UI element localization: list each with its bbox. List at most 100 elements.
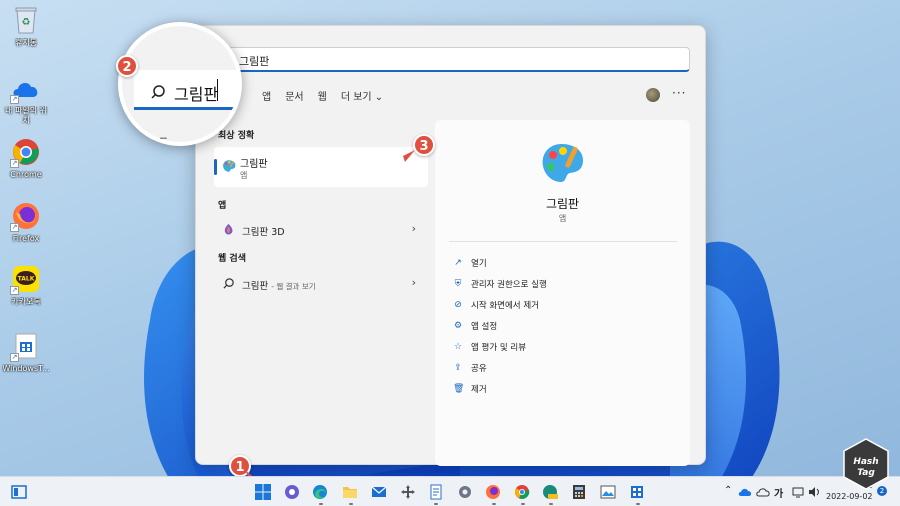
notification-count-badge[interactable]: 2 <box>877 486 887 496</box>
firefox-icon: ↗ <box>10 200 42 232</box>
firefox-icon[interactable] <box>483 482 503 502</box>
onedrive-icon[interactable] <box>738 487 752 497</box>
best-match-header: 최상 정확 <box>218 131 255 141</box>
settings-icon[interactable] <box>455 482 475 502</box>
text-cursor <box>217 79 218 101</box>
desktop-icon-label: Firefox <box>12 234 40 243</box>
best-match-type: 앱 <box>240 171 248 180</box>
running-indicator <box>549 503 553 505</box>
desktop-icon-onedrive[interactable]: ↗ 내 파일의 위치 <box>4 72 48 126</box>
action-rate-and-review[interactable]: ☆ 앱 평가 및 리뷰 <box>453 340 526 354</box>
edge-icon[interactable] <box>310 482 330 502</box>
taskbar: ⌃ 가 오 2022-09-02 <box>0 476 900 506</box>
shortcut-arrow-icon: ↗ <box>10 159 19 168</box>
clock-date: 2022-09-02 <box>826 492 873 501</box>
recycle-bin-icon: ♻ <box>10 4 42 36</box>
result-label: 그림판 3D <box>242 227 285 238</box>
paint-app-icon <box>223 160 236 172</box>
best-match-name: 그림판 <box>240 159 268 170</box>
network-icon[interactable] <box>792 486 804 498</box>
action-share[interactable]: ⇪ 공유 <box>453 361 486 375</box>
svg-text:TALK: TALK <box>18 276 35 283</box>
chevron-up-icon[interactable]: ⌃ <box>724 485 732 496</box>
best-match-result[interactable]: 그림판 앱 <box>214 147 428 187</box>
filter-tab-apps[interactable]: 앱 <box>262 88 271 104</box>
chrome-icon: ↗ <box>10 136 42 168</box>
desktop-icon-label: 내 파일의 위치 <box>5 106 47 125</box>
magnified-query: 그림판 <box>174 85 219 104</box>
windows-terminal-icon[interactable] <box>627 482 647 502</box>
move-tool-icon[interactable] <box>398 482 418 502</box>
onedrive-icon: ↗ <box>10 72 42 104</box>
divider <box>449 241 677 242</box>
mail-icon[interactable] <box>369 482 389 502</box>
action-unpin-from-start[interactable]: ⊘ 시작 화면에서 제거 <box>453 298 539 312</box>
file-explorer-icon[interactable] <box>340 482 360 502</box>
widgets-icon[interactable] <box>9 482 29 502</box>
edge-canary-icon[interactable] <box>540 482 560 502</box>
search-icon <box>223 278 234 289</box>
filter-tab-more[interactable]: 더 보기 ⌄ <box>341 88 383 104</box>
shortcut-arrow-icon: ↗ <box>10 353 19 362</box>
calculator-icon[interactable] <box>569 482 589 502</box>
chevron-right-icon[interactable]: › <box>412 222 416 235</box>
magnifier-callout: 그림판 ㄷ <box>118 22 242 146</box>
running-indicator <box>349 503 353 505</box>
search-input[interactable]: 그림판 <box>228 47 690 72</box>
filter-tab-documents[interactable]: 문서 <box>285 88 303 104</box>
desktop-icon-kakaotalk[interactable]: TALK ↗ 카카오톡 <box>4 263 48 307</box>
desktop-icon-label: 휴지통 <box>14 38 38 47</box>
web-search-header: 웹 검색 <box>218 254 246 264</box>
detail-app-name: 그림판 <box>545 197 580 211</box>
running-indicator <box>521 503 525 505</box>
result-web-search[interactable]: 그림판 - 웹 결과 보기 › <box>214 273 428 295</box>
share-icon: ⇪ <box>454 363 462 373</box>
unpin-icon: ⊘ <box>454 300 462 310</box>
selection-indicator <box>214 159 217 175</box>
running-indicator <box>319 503 323 505</box>
svg-text:♻: ♻ <box>22 17 31 28</box>
chrome-icon[interactable] <box>512 482 532 502</box>
detail-app-type: 앱 <box>558 214 567 223</box>
cloud-icon[interactable] <box>756 487 770 497</box>
app-detail-pane: 그림판 앱 ↗ 열기 ⛨ 관리자 권한으로 실행 ⊘ 시작 화면에서 제거 ⚙ 앱 설정… <box>435 120 690 466</box>
apps-header: 앱 <box>218 201 227 211</box>
desktop-icon-recycle-bin[interactable]: ♻ 휴지통 <box>4 4 48 48</box>
action-uninstall[interactable]: 🗑 제거 <box>453 382 487 396</box>
filter-tab-web[interactable]: 웹 <box>318 88 327 104</box>
paint-3d-icon <box>224 223 233 235</box>
search-icon <box>151 85 165 99</box>
trash-icon: 🗑 <box>453 384 465 394</box>
windows-terminal-icon: ↗ <box>10 330 42 362</box>
shortcut-arrow-icon: ↗ <box>10 223 19 232</box>
chevron-right-icon[interactable]: › <box>412 276 416 289</box>
hashtag-watermark-logo: Hash Tag <box>843 438 889 490</box>
action-run-as-admin[interactable]: ⛨ 관리자 권한으로 실행 <box>453 277 547 291</box>
notepad-icon[interactable] <box>426 482 446 502</box>
chevron-down-icon: ⌄ <box>374 92 384 103</box>
photos-icon[interactable] <box>598 482 618 502</box>
desktop-icon-label: Chrome <box>10 170 42 179</box>
search-filter-tabs: 앱 문서 웹 더 보기 ⌄ <box>228 88 383 104</box>
action-app-settings[interactable]: ⚙ 앱 설정 <box>453 319 497 333</box>
desktop-icon-label: 카카오톡 <box>11 297 41 306</box>
open-icon: ↗ <box>454 258 462 268</box>
running-indicator <box>636 503 640 505</box>
svg-text:Tag: Tag <box>857 468 875 478</box>
avatar[interactable] <box>646 88 660 102</box>
more-options-button[interactable]: ··· <box>672 86 686 100</box>
desktop-icon-chrome[interactable]: ↗ Chrome <box>4 136 48 180</box>
gear-icon: ⚙ <box>453 321 463 331</box>
desktop-icon-label: WindowsT... <box>2 364 50 373</box>
chat-icon[interactable] <box>282 482 302 502</box>
annotation-arrow-icon <box>403 150 415 162</box>
ime-indicator[interactable]: 가 <box>774 485 783 500</box>
volume-icon[interactable] <box>808 486 820 498</box>
action-open[interactable]: ↗ 열기 <box>453 256 486 270</box>
result-paint-3d[interactable]: 그림판 3D › <box>214 219 428 241</box>
running-indicator <box>434 503 438 505</box>
start-button[interactable] <box>253 482 273 502</box>
annotation-badge-2: 2 <box>116 55 138 77</box>
desktop-icon-windows-terminal[interactable]: ↗ WindowsT... <box>2 330 50 374</box>
desktop-icon-firefox[interactable]: ↗ Firefox <box>4 200 48 244</box>
